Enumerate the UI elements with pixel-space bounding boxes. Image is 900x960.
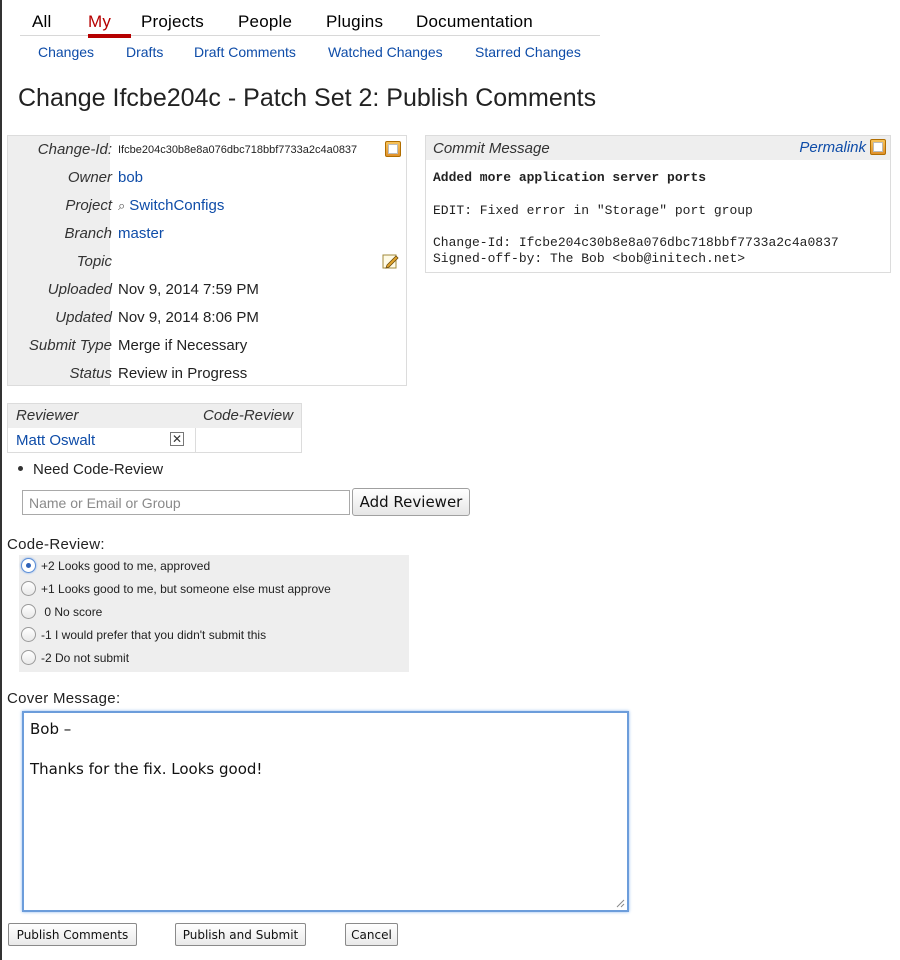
- radio-minus2[interactable]: [21, 650, 36, 665]
- value-branch[interactable]: master: [118, 225, 164, 242]
- value-uploaded: Nov 9, 2014 7:59 PM: [118, 281, 259, 298]
- label-updated: Updated: [55, 309, 112, 326]
- row-updated: Updated Nov 9, 2014 8:06 PM: [8, 304, 406, 332]
- permalink-link[interactable]: Permalink: [799, 139, 866, 156]
- value-submit-type: Merge if Necessary: [118, 337, 248, 354]
- permalink-copy-icon[interactable]: [870, 139, 886, 155]
- need-code-review: Need Code-Review: [18, 461, 163, 478]
- row-branch: Branch master: [8, 220, 406, 248]
- row-uploaded: Uploaded Nov 9, 2014 7:59 PM: [8, 276, 406, 304]
- value-status: Review in Progress: [118, 365, 248, 382]
- publish-and-submit-button[interactable]: Publish and Submit: [175, 923, 306, 946]
- commit-message-title: Commit Message: [433, 140, 550, 157]
- active-tab-indicator: [88, 34, 131, 38]
- radio-plus1[interactable]: [21, 581, 36, 596]
- copy-icon[interactable]: [385, 141, 401, 157]
- row-project: Project ⌕ SwitchConfigs: [8, 192, 406, 220]
- nav-tab-documentation[interactable]: Documentation: [416, 12, 533, 32]
- resize-grip-icon[interactable]: [615, 898, 625, 908]
- row-status: Status Review in Progress: [8, 360, 406, 388]
- nav-tab-people[interactable]: People: [238, 12, 292, 32]
- label-change-id: Change-Id:: [37, 141, 112, 158]
- label-branch: Branch: [64, 225, 112, 242]
- search-icon[interactable]: ⌕: [118, 198, 125, 213]
- col-reviewer: Reviewer: [16, 407, 79, 424]
- nav-tab-all[interactable]: All: [32, 12, 52, 32]
- column-divider: [195, 428, 196, 452]
- commit-body: EDIT: Fixed error in "Storage" port grou…: [433, 203, 753, 218]
- reviewers-table: Reviewer Code-Review Matt Oswalt ✕: [7, 403, 302, 453]
- subnav-changes[interactable]: Changes: [38, 44, 94, 60]
- radio-plus2[interactable]: [21, 558, 36, 573]
- label-project: Project: [65, 197, 112, 214]
- vote-label-zero: 0 No score: [41, 605, 103, 619]
- code-review-label: Code-Review:: [7, 536, 105, 553]
- page-title: Change Ifcbe204c - Patch Set 2: Publish …: [18, 84, 597, 112]
- project-link[interactable]: SwitchConfigs: [129, 197, 224, 214]
- row-change-id: Change-Id: Ifcbe204c30b8e8a076dbc718bbf7…: [8, 136, 406, 164]
- cover-message-label: Cover Message:: [7, 690, 121, 707]
- commit-message-header: Commit Message Permalink: [426, 136, 890, 160]
- change-info-table: Change-Id: Ifcbe204c30b8e8a076dbc718bbf7…: [7, 135, 407, 386]
- vote-label-plus1: +1 Looks good to me, but someone else mu…: [41, 582, 331, 596]
- value-change-id: Ifcbe204c30b8e8a076dbc718bbf7733a2c4a083…: [118, 144, 358, 156]
- need-code-review-text: Need Code-Review: [33, 461, 164, 478]
- radio-minus1[interactable]: [21, 627, 36, 642]
- reviewer-search-input[interactable]: [22, 490, 350, 515]
- remove-reviewer-icon[interactable]: ✕: [170, 432, 184, 446]
- reviewers-header: Reviewer Code-Review: [8, 404, 301, 428]
- label-status: Status: [69, 365, 112, 382]
- code-review-options: +2 Looks good to me, approved +1 Looks g…: [19, 555, 409, 672]
- bullet-icon: [18, 465, 23, 471]
- reviewer-name[interactable]: Matt Oswalt: [16, 432, 95, 449]
- subnav-watched-changes[interactable]: Watched Changes: [328, 44, 443, 60]
- cover-message-box: Bob – Thanks for the fix. Looks good!: [22, 711, 629, 912]
- subnav-starred-changes[interactable]: Starred Changes: [475, 44, 581, 60]
- value-owner[interactable]: bob: [118, 169, 143, 186]
- commit-message-panel: Commit Message Permalink Added more appl…: [425, 135, 891, 273]
- nav-tab-plugins[interactable]: Plugins: [326, 12, 383, 32]
- label-topic: Topic: [76, 253, 112, 270]
- subnav-drafts[interactable]: Drafts: [126, 44, 163, 60]
- value-project: ⌕ SwitchConfigs: [118, 197, 224, 214]
- radio-zero[interactable]: [21, 604, 36, 619]
- edit-topic-icon[interactable]: [382, 252, 400, 270]
- window-edge: [0, 0, 2, 960]
- row-submit-type: Submit Type Merge if Necessary: [8, 332, 406, 360]
- row-owner: Owner bob: [8, 164, 406, 192]
- vote-label-plus2: +2 Looks good to me, approved: [41, 559, 211, 573]
- label-submit-type: Submit Type: [28, 337, 112, 354]
- add-reviewer-button[interactable]: Add Reviewer: [352, 488, 470, 516]
- commit-footer-change-id: Change-Id: Ifcbe204c30b8e8a076dbc718bbf7…: [433, 235, 839, 250]
- value-updated: Nov 9, 2014 8:06 PM: [118, 309, 259, 326]
- commit-subject: Added more application server ports: [433, 170, 707, 185]
- vote-label-minus1: -1 I would prefer that you didn't submit…: [41, 628, 267, 642]
- nav-tab-projects[interactable]: Projects: [141, 12, 204, 32]
- label-uploaded: Uploaded: [47, 281, 112, 298]
- commit-footer-signed-off: Signed-off-by: The Bob <bob@initech.net>: [433, 251, 746, 266]
- label-owner: Owner: [67, 169, 112, 186]
- publish-comments-button[interactable]: Publish Comments: [8, 923, 137, 946]
- nav-tab-my[interactable]: My: [88, 12, 111, 32]
- subnav-draft-comments[interactable]: Draft Comments: [194, 44, 296, 60]
- vote-label-minus2: -2 Do not submit: [41, 651, 130, 665]
- top-nav: All My Projects People Plugins Documenta…: [20, 10, 600, 38]
- cancel-button[interactable]: Cancel: [345, 923, 398, 946]
- row-topic: Topic: [8, 248, 406, 276]
- col-code-review: Code-Review: [203, 407, 294, 424]
- cover-message-textarea[interactable]: Bob – Thanks for the fix. Looks good!: [24, 713, 627, 910]
